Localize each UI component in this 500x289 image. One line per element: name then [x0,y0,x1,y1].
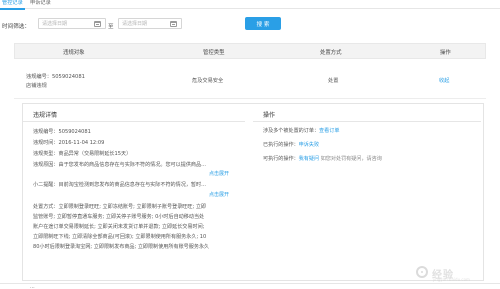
paw-icon [416,266,428,278]
table-row: 违规编号：5059024081 店铺违规 危及交易安全 处置 收起 [14,59,486,99]
operations-title: 操作 [263,112,276,119]
time-filter-label: 时间筛选： [2,24,30,30]
column-header-object: 违规对象 [63,50,85,56]
tab-bar: 管控记录 申诉记录 [0,0,500,10]
divider [253,121,481,122]
related-orders-line: 涉及多个被处置的订单：查看订单 [263,127,339,134]
penalty-line: 账户在途订单交易限制延长; 立即关闭未发货订单并退款; 立即延长交易时间; [33,224,205,230]
tab-appeal-records[interactable]: 申诉记录 [30,0,51,9]
calendar-icon[interactable] [94,21,101,27]
detail-violation-reason: 违规原因：由于您发布的商品信息存在与实际不符的情况。您可以提供商品... [33,162,206,168]
penalty-line: 80小时后限制登录淘宝网; 立即限制发布商品; 立即限制使用所有账号服务永久 [33,244,210,250]
violation-number: 违规编号：5059024081 [26,74,85,80]
expand-reminder-link[interactable]: 点击展开 [209,191,229,198]
executed-operations-line: 已执行的操作：申诉失败 [263,141,319,148]
tab-control-records[interactable]: 管控记录 [0,0,25,10]
question-hint: 如您对处罚有疑问，请咨询 [320,156,382,162]
bottom-text: ... [30,284,35,289]
detail-reminder: 小二提醒：目前淘宝检测到您发布的商品信息存在与实际不符的情况，暂时... [33,182,206,188]
end-date-input[interactable] [119,19,167,28]
divider [23,121,245,122]
column-header-operation: 操作 [440,50,451,56]
violation-detail-section: 违规详情 违规编号：5059024081 违规时间：2016-11-04 12:… [23,104,245,280]
action-type: 处置 [328,78,339,84]
appeal-failed-link[interactable]: 申诉失败 [299,142,319,148]
detail-violation-number: 违规编号：5059024081 [33,129,91,135]
available-operations-line: 可执行的操作：我有疑问 如您对处罚有疑问，请咨询 [263,155,382,162]
executed-operations-label: 已执行的操作： [263,142,299,148]
watermark-subtext: jingyan.baidu.com [433,277,470,282]
end-date-field[interactable] [118,18,182,29]
date-range-to-label: 至 [108,24,114,30]
start-date-field[interactable] [38,18,106,29]
search-button[interactable]: 搜 索 [245,17,281,30]
column-header-action: 处置方式 [320,50,342,56]
violation-scope: 店铺违规 [26,83,47,89]
penalty-line: 立即限制旺下线; 立即清除全部商品(可回滚); 立即限制使用所有服务永久; 10 [33,234,207,240]
violation-detail-panel: 违规详情 违规编号：5059024081 违规时间：2016-11-04 12:… [22,103,484,281]
start-date-input[interactable] [39,19,87,28]
collapse-link[interactable]: 收起 [439,77,449,84]
calendar-icon[interactable] [170,21,177,27]
available-operations-label: 可执行的操作： [263,156,299,162]
related-orders-label: 涉及多个被处置的订单： [263,128,320,134]
column-header-type: 管控类型 [203,50,225,56]
penalty-line: 处置方式：立即限制登录旺旺; 立即冻结账号; 立即限制子账号登录旺旺; 立即 [33,204,207,210]
detail-violation-type: 违规类型：商品异常（交易限制延长15天） [33,151,132,157]
penalty-line: 监管账号; 立即暂停直通车服务; 立即关停子账号服务; 0小时后自动移动当处 [33,214,205,220]
expand-reason-link[interactable]: 点击展开 [209,170,229,177]
question-link[interactable]: 我有疑问 [299,156,319,162]
detail-violation-time: 违规时间：2016-11-04 12:09 [33,140,105,146]
violation-detail-title: 违规详情 [33,112,58,119]
view-orders-link[interactable]: 查看订单 [319,128,339,134]
operations-section: 操作 涉及多个被处置的订单：查看订单 已执行的操作：申诉失败 可执行的操作：我有… [253,104,481,280]
bottom-divider [0,283,500,284]
watermark-logo: 经验 jingyan.baidu.com [416,263,496,283]
control-type: 危及交易安全 [192,78,224,84]
table-header: 违规对象 管控类型 处置方式 操作 [14,43,486,59]
